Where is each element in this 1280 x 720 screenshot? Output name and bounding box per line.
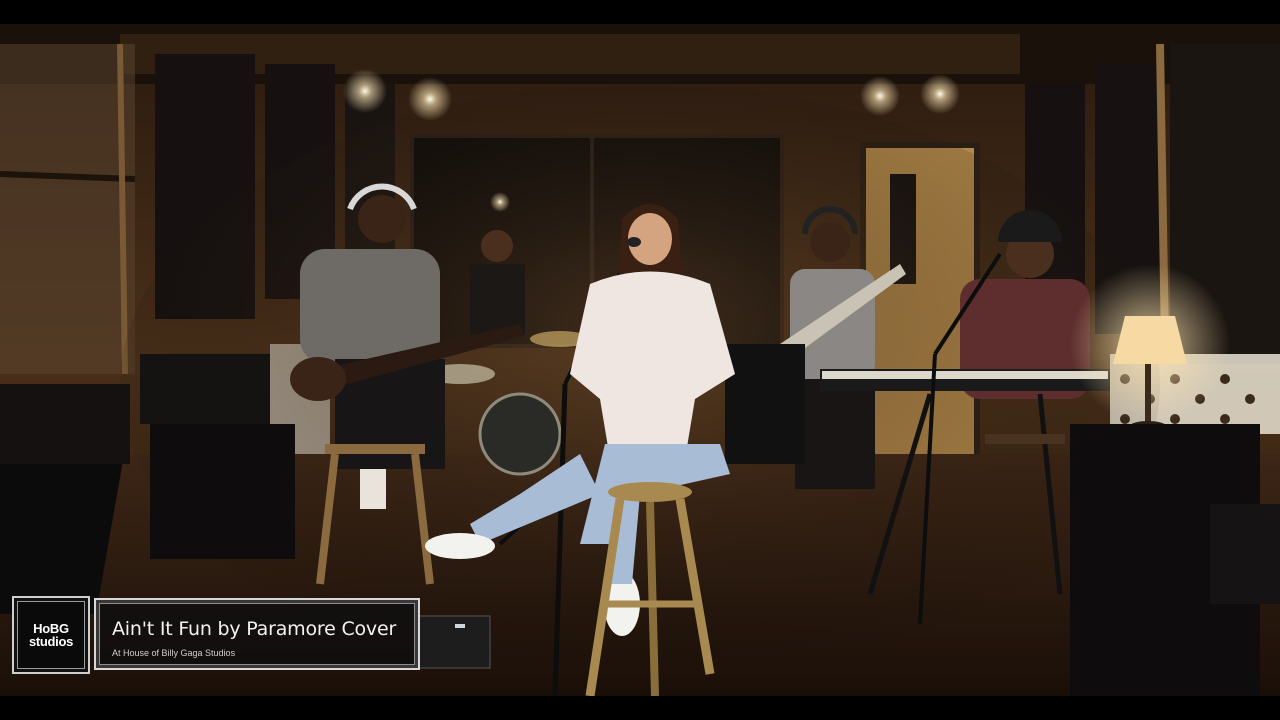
- venue-subtitle: At House of Billy Gaga Studios: [112, 648, 236, 658]
- letterbox-top: [0, 0, 1280, 24]
- video-caption-overlay: HoBG studios Ain't It Fun by Paramore Co…: [12, 596, 422, 674]
- letterbox-bottom: [0, 696, 1280, 720]
- song-title: Ain't It Fun by Paramore Cover: [112, 618, 397, 640]
- title-card: Ain't It Fun by Paramore Cover At House …: [94, 598, 420, 670]
- logo-text-line2: studios: [28, 634, 74, 649]
- studio-logo: HoBG studios: [12, 596, 90, 674]
- video-frame[interactable]: HoBG studios Ain't It Fun by Paramore Co…: [0, 0, 1280, 720]
